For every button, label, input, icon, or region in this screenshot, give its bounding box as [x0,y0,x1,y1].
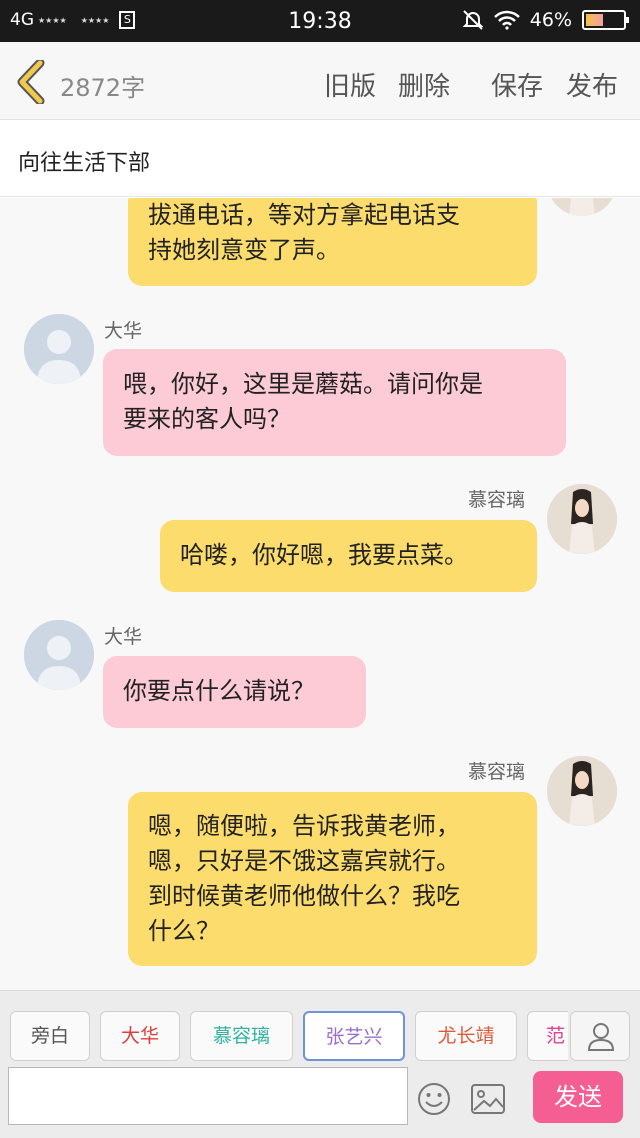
speaker-name: 大华 [104,320,143,342]
message-line: 你要点什么请说？ [123,677,315,705]
role-button-zhangyixing[interactable]: 张艺兴 [303,1011,405,1061]
role-button-fan[interactable]: 范 [527,1011,568,1061]
message-bubble[interactable]: 喂，你好，这里是蘑菇。请问你是 要来的客人吗？ [103,349,566,456]
role-button-narrator[interactable]: 旁白 [10,1011,90,1061]
story-title-bar[interactable]: 向往生活下部 [0,121,640,197]
girl-avatar-icon [547,756,617,826]
send-button[interactable]: 发送 [533,1071,623,1123]
message-line: 嗯，只好是不饿这嘉宾就行。 [148,847,460,875]
avatar[interactable] [547,198,617,216]
message-line: 拔通电话，等对方拿起电话支 [148,201,460,229]
role-manage-button[interactable] [570,1011,630,1061]
smiley-icon[interactable] [416,1081,452,1117]
image-icon[interactable] [470,1083,506,1115]
message-line: 嗯，随便啦，告诉我黄老师， [148,812,460,840]
message-line: 到时候黄老师他做什么？我吃 [148,882,460,910]
message-line: 哈喽，你好嗯，我要点菜。 [180,541,468,569]
role-button-youzhangjing[interactable]: 尤长靖 [415,1011,517,1061]
message-line: 什么？ [148,917,220,945]
chevron-left-icon[interactable] [16,60,48,104]
message-bubble[interactable]: 你要点什么请说？ [103,656,366,728]
wifi-icon [493,10,520,30]
compose-bar: 旁白 大华 慕容璃 张艺兴 尤长靖 范 发送 [0,990,640,1138]
editor-header: 2872字 旧版 删除 保存 发布 [0,42,640,120]
role-button-dahua[interactable]: 大华 [100,1011,180,1061]
default-avatar-icon [24,620,94,690]
status-icons: 46% [462,9,629,31]
chat-area[interactable]: 拔通电话，等对方拿起电话支 持她刻意变了声。 大华 喂，你好，这里是蘑菇。请问你… [0,198,640,990]
message-bubble[interactable]: 哈喽，你好嗯，我要点菜。 [160,520,537,592]
speaker-name: 慕容璃 [468,761,526,783]
message-bubble[interactable]: 嗯，随便啦，告诉我黄老师， 嗯，只好是不饿这嘉宾就行。 到时候黄老师他做什么？我… [128,792,537,966]
role-selector[interactable]: 旁白 大华 慕容璃 张艺兴 尤长靖 范 [0,1011,568,1063]
avatar[interactable] [547,756,617,826]
message-line: 持她刻意变了声。 [148,236,340,264]
save-button[interactable]: 保存 [491,66,543,103]
speaker-name: 大华 [104,626,143,648]
word-count: 2872字 [60,74,146,102]
delete-button[interactable]: 删除 [398,66,450,103]
publish-button[interactable]: 发布 [566,66,618,103]
message-input[interactable] [8,1067,408,1125]
speaker-name: 慕容璃 [468,489,526,511]
role-button-murongli[interactable]: 慕容璃 [190,1011,293,1061]
avatar[interactable] [24,314,94,384]
avatar[interactable] [24,620,94,690]
story-title: 向往生活下部 [18,151,151,176]
default-avatar-icon [24,314,94,384]
status-bar: 4G ★★★★ ★★★★ S 19:38 46% [0,0,640,42]
message-bubble[interactable]: 拔通电话，等对方拿起电话支 持她刻意变了声。 [128,198,537,286]
battery-icon [582,10,629,30]
girl-avatar-icon [547,484,617,554]
girl-avatar-icon [547,198,617,216]
message-line: 喂，你好，这里是蘑菇。请问你是 [123,370,483,398]
avatar[interactable] [547,484,617,554]
person-icon [587,1023,615,1051]
battery-percent: 46% [529,9,572,31]
old-version-button[interactable]: 旧版 [324,66,376,103]
bell-off-icon [462,10,484,30]
battery-fill [586,14,603,26]
message-line: 要来的客人吗？ [123,405,291,433]
